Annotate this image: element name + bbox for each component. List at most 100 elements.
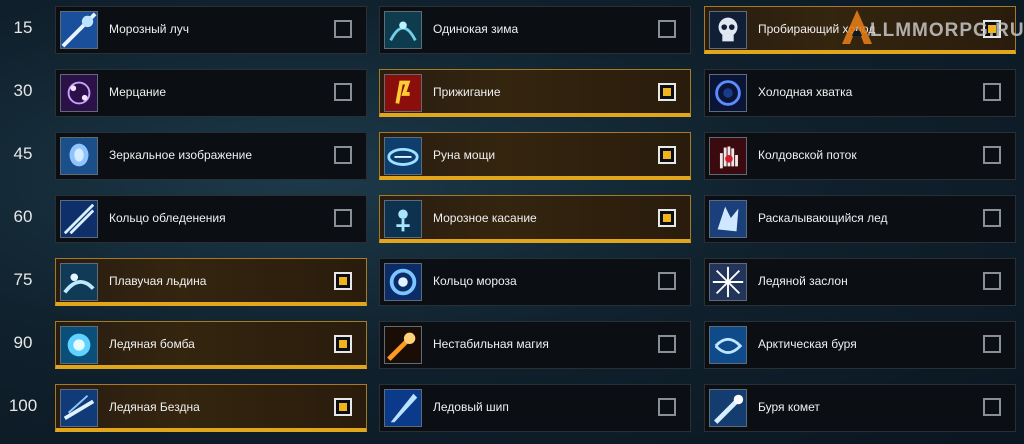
talent-name: Одинокая зима (433, 22, 519, 36)
talent-name: Ледяная бомба (109, 337, 195, 351)
talent-card[interactable]: Мерцание (55, 69, 367, 117)
talent-card[interactable]: Ледовый шип (379, 384, 691, 432)
talent-checkbox[interactable] (334, 83, 352, 101)
talent-name: Морозный луч (109, 22, 190, 36)
talent-checkbox[interactable] (334, 20, 352, 38)
talent-checkbox[interactable] (983, 83, 1001, 101)
shatter-ice-icon (709, 200, 747, 238)
ice-spike-icon (384, 389, 422, 427)
talent-name: Ледовый шип (433, 400, 509, 414)
checkbox-checked-mark (663, 214, 671, 222)
frost-touch-icon (384, 200, 422, 238)
talent-checkbox[interactable] (334, 272, 352, 290)
watermark-logo: LLMMORPG.RU (840, 8, 1024, 48)
talent-name: Арктическая буря (758, 337, 857, 351)
talent-row: 75 Плавучая льдина Кольцо мороза Ледяной за… (0, 258, 1024, 310)
talent-card[interactable]: Одинокая зима (379, 6, 691, 54)
talent-card[interactable]: Прижигание (379, 69, 691, 117)
talent-card[interactable]: Арктическая буря (704, 321, 1016, 369)
checkbox-checked-mark (663, 88, 671, 96)
checkbox-checked-mark (339, 277, 347, 285)
talent-checkbox[interactable] (658, 272, 676, 290)
arctic-storm-icon (709, 326, 747, 364)
talent-name: Руна мощи (433, 148, 496, 162)
talent-checkbox[interactable] (983, 146, 1001, 164)
talent-checkbox[interactable] (658, 146, 676, 164)
lonely-winter-icon (384, 11, 422, 49)
talent-checkbox[interactable] (983, 398, 1001, 416)
talent-name: Буря комет (758, 400, 820, 414)
talent-name: Холодная хватка (758, 85, 853, 99)
row-level-label: 75 (13, 270, 33, 289)
row-level-label: 45 (13, 144, 33, 163)
comet-storm-icon (709, 389, 747, 427)
ice-barrier-icon (709, 263, 747, 301)
talent-card[interactable]: Кольцо обледенения (55, 195, 367, 243)
row-level-label: 100 (8, 396, 38, 415)
mirror-image-icon (60, 137, 98, 175)
talent-row: 100 Ледяная Бездна Ледовый шип Буря комет (0, 384, 1024, 436)
row-level-label: 60 (13, 207, 33, 226)
talent-card[interactable]: Буря комет (704, 384, 1016, 432)
talent-checkbox[interactable] (658, 20, 676, 38)
talent-card[interactable]: Морозный луч (55, 6, 367, 54)
talent-name: Нестабильная магия (433, 337, 549, 351)
talent-name: Кольцо обледенения (109, 211, 226, 225)
talent-card[interactable]: Морозное касание (379, 195, 691, 243)
talent-name: Ледяной заслон (758, 274, 848, 288)
hand-icon (709, 137, 747, 175)
talent-checkbox[interactable] (658, 209, 676, 227)
talent-card[interactable]: Кольцо мороза (379, 258, 691, 306)
checkbox-checked-mark (663, 151, 671, 159)
talent-row: 45 Зеркальное изображение Руна мощи Колдовс… (0, 132, 1024, 184)
talent-card[interactable]: Ледяная бомба (55, 321, 367, 369)
talent-card[interactable]: Ледяная Бездна (55, 384, 367, 432)
talent-card[interactable]: Зеркальное изображение (55, 132, 367, 180)
talent-checkbox[interactable] (658, 83, 676, 101)
talent-checkbox[interactable] (983, 272, 1001, 290)
row-level-label: 90 (13, 333, 33, 352)
talent-name: Колдовской поток (758, 148, 857, 162)
talent-checkbox[interactable] (658, 335, 676, 353)
talent-card[interactable]: Ледяной заслон (704, 258, 1016, 306)
unstable-magic-icon (384, 326, 422, 364)
talent-name: Кольцо мороза (433, 274, 517, 288)
rune-of-power-icon (384, 137, 422, 175)
talent-card[interactable]: Плавучая льдина (55, 258, 367, 306)
talent-checkbox[interactable] (334, 335, 352, 353)
skull-icon (709, 11, 747, 49)
row-level-label: 15 (13, 18, 33, 37)
shimmer-icon (60, 74, 98, 112)
row-level-label: 30 (13, 81, 33, 100)
talent-name: Морозное касание (433, 211, 537, 225)
talent-name: Прижигание (433, 85, 501, 99)
talent-checkbox[interactable] (983, 209, 1001, 227)
talent-checkbox[interactable] (983, 335, 1001, 353)
talent-checkbox[interactable] (658, 398, 676, 416)
talent-card[interactable]: Руна мощи (379, 132, 691, 180)
ice-abyss-icon (60, 389, 98, 427)
talent-card[interactable]: Колдовской поток (704, 132, 1016, 180)
talent-name: Ледяная Бездна (109, 400, 200, 414)
talent-checkbox[interactable] (334, 398, 352, 416)
talent-row: 90 Ледяная бомба Нестабильная магия Арктиче… (0, 321, 1024, 373)
checkbox-checked-mark (339, 403, 347, 411)
talent-checkbox[interactable] (334, 146, 352, 164)
talent-row: 30 Мерцание Прижигание Холодная хватка (0, 69, 1024, 121)
talent-name: Плавучая льдина (109, 274, 207, 288)
talent-card[interactable]: Холодная хватка (704, 69, 1016, 117)
talent-card[interactable]: Раскалывающийся лед (704, 195, 1016, 243)
talent-card[interactable]: Нестабильная магия (379, 321, 691, 369)
frost-bomb-icon (60, 326, 98, 364)
talent-name: Раскалывающийся лед (758, 211, 888, 225)
checkbox-checked-mark (339, 340, 347, 348)
frost-ray-icon (60, 11, 98, 49)
talent-name: Зеркальное изображение (109, 148, 253, 162)
ice-floe-icon (60, 263, 98, 301)
frost-ring-icon (384, 263, 422, 301)
cauterize-icon (384, 74, 422, 112)
watermark-text: LLMMORPG.RU (870, 20, 1024, 41)
cold-grip-icon (709, 74, 747, 112)
ice-ring-icon (60, 200, 98, 238)
talent-checkbox[interactable] (334, 209, 352, 227)
